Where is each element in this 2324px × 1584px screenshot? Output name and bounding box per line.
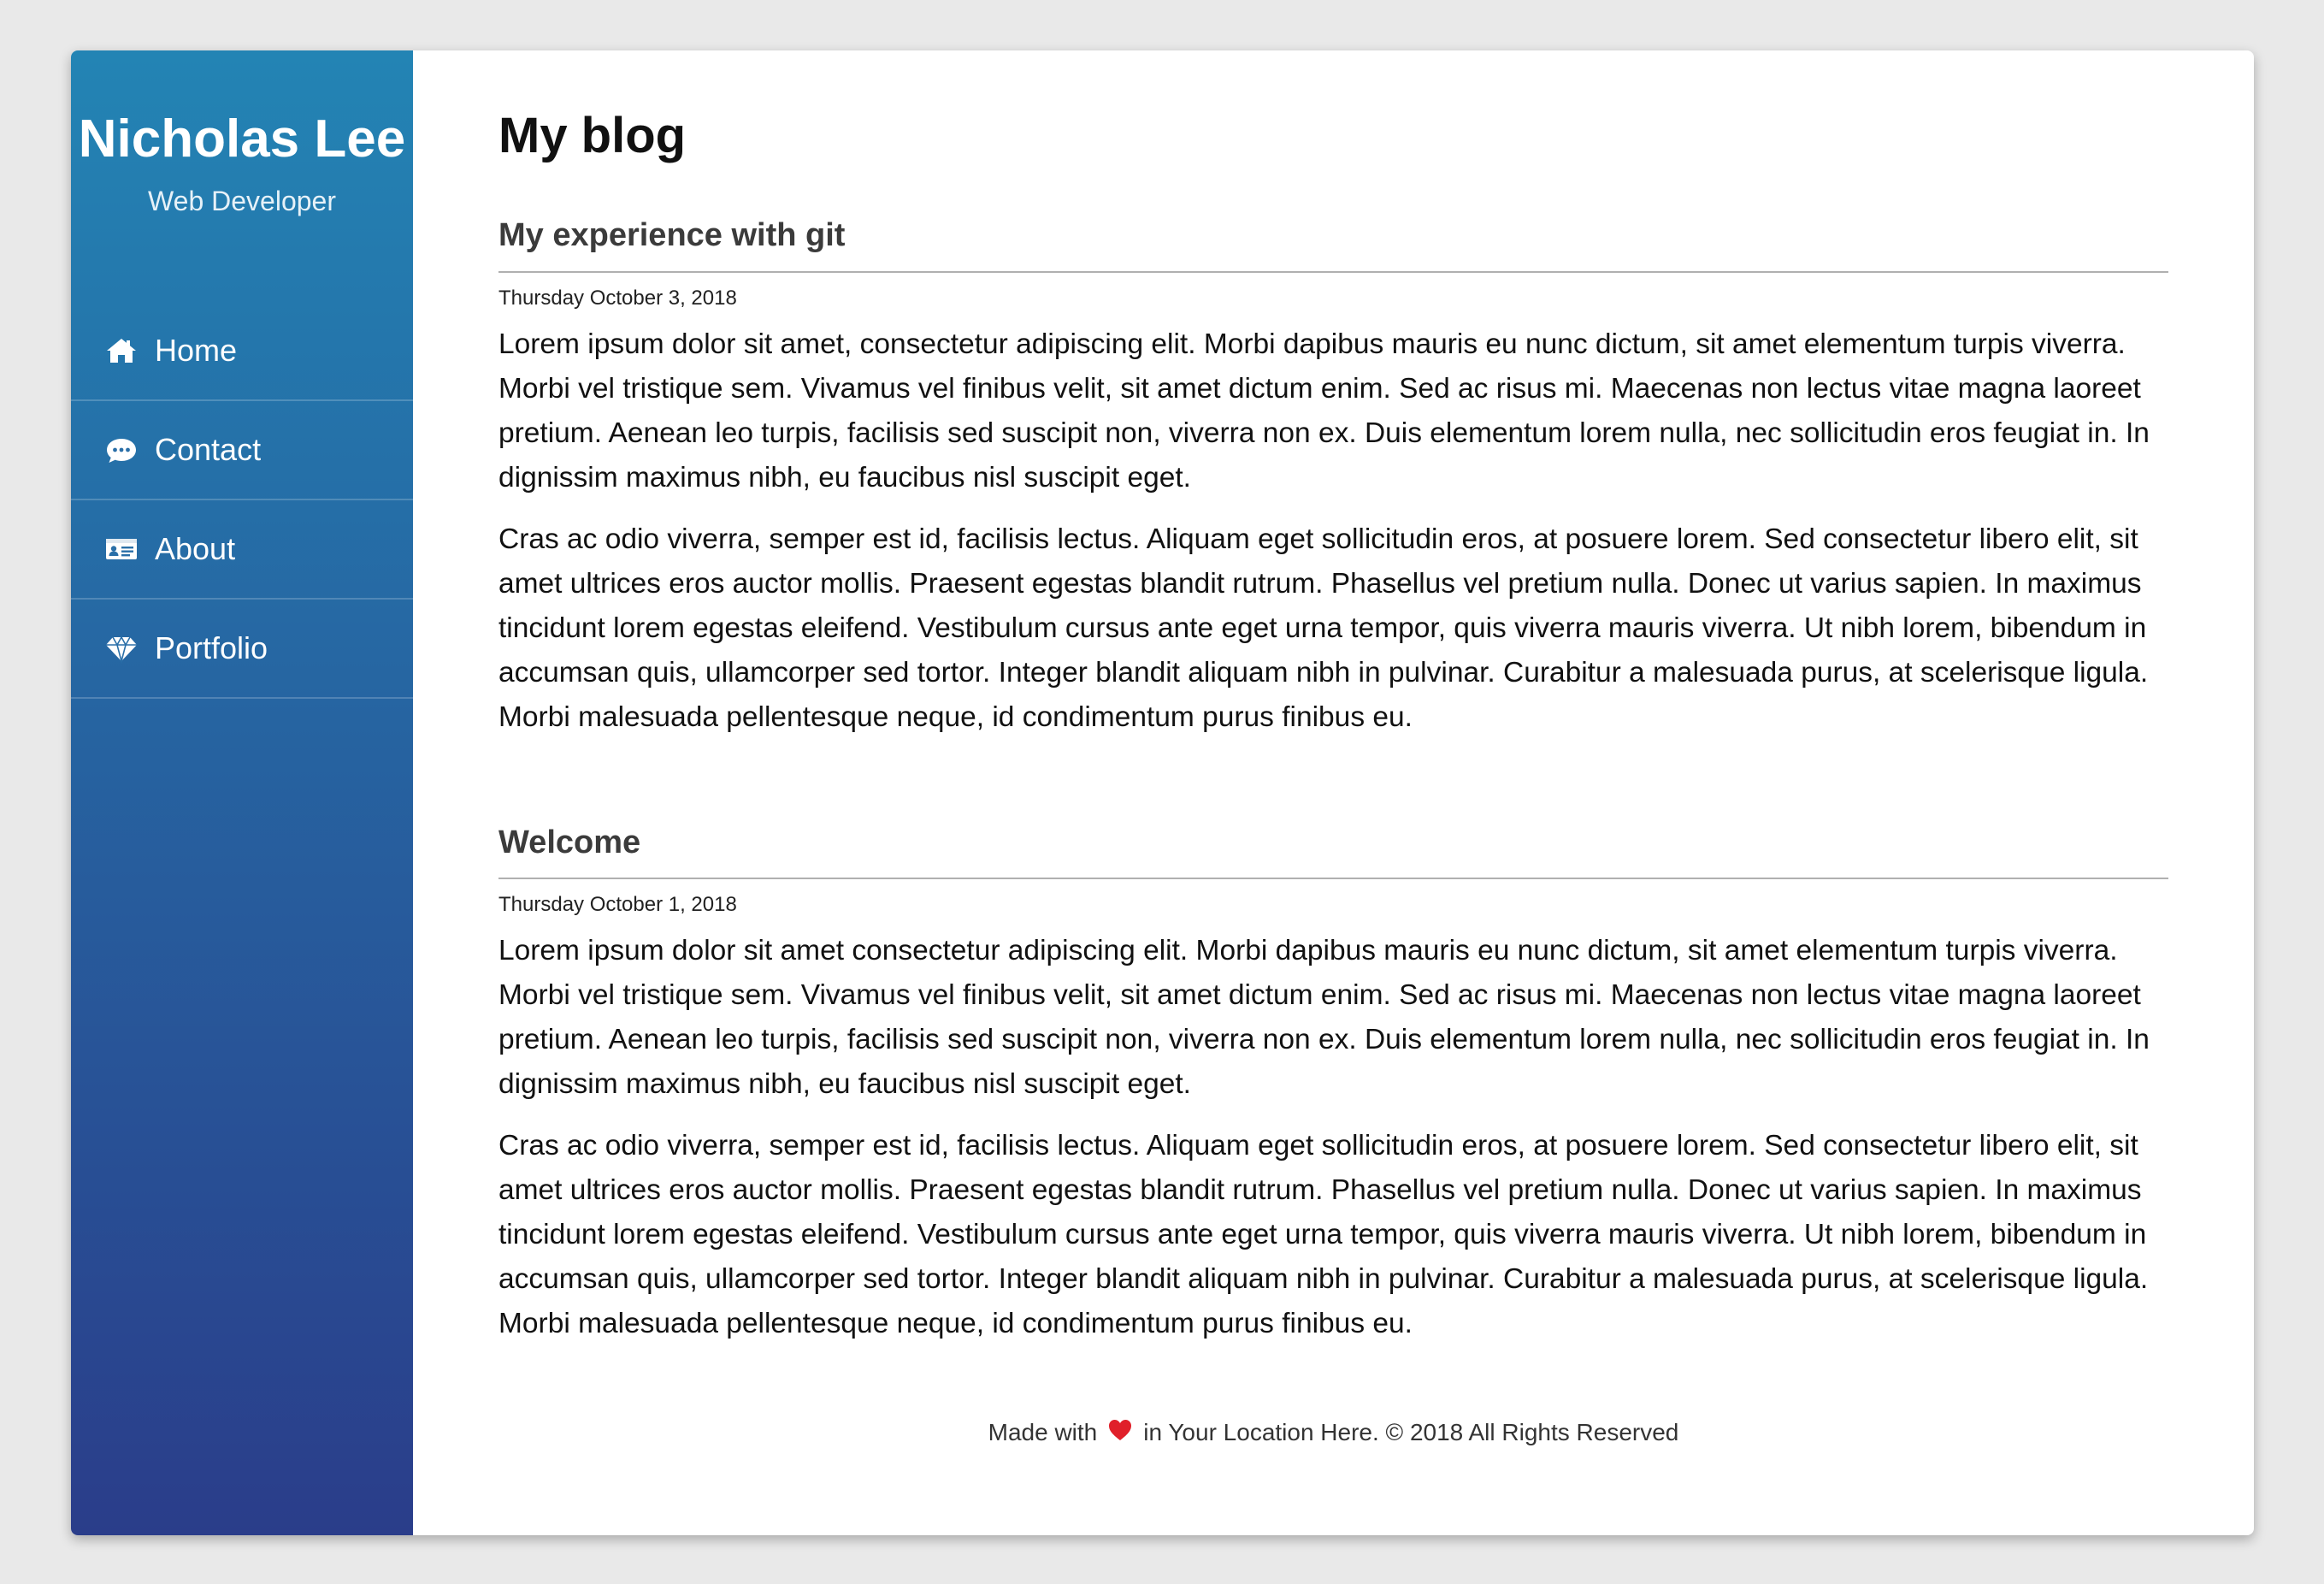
sidebar-item-label: Portfolio xyxy=(155,630,268,665)
post-title[interactable]: Welcome xyxy=(498,825,2168,880)
page-card: Nicholas Lee Web Developer Home Contact … xyxy=(71,50,2254,1535)
footer: Made with in Your Location Here. © 2018 A… xyxy=(413,1417,2254,1446)
chat-icon xyxy=(103,432,139,468)
profile-role: Web Developer xyxy=(148,186,336,216)
sidebar-item-about[interactable]: About xyxy=(71,500,413,600)
blog-post: Welcome Thursday October 1, 2018 Lorem i… xyxy=(498,825,2168,1347)
blog-post: My experience with git Thursday October … xyxy=(498,217,2168,740)
page-title: My blog xyxy=(498,108,687,163)
sidebar-item-label: About xyxy=(155,531,236,566)
main-content: My blog My experience with git Thursday … xyxy=(413,50,2254,1535)
post-paragraph: Lorem ipsum dolor sit amet, consectetur … xyxy=(498,328,2150,494)
profile-name[interactable]: Nicholas Lee xyxy=(71,113,413,166)
post-paragraph: Lorem ipsum dolor sit amet consectetur a… xyxy=(498,935,2150,1101)
sidebar-nav: Home Contact About Portfolio xyxy=(71,302,413,699)
sidebar-item-label: Home xyxy=(155,333,238,368)
post-paragraph: Cras ac odio viverra, semper est id, fac… xyxy=(498,1130,2149,1340)
post-date: Thursday October 3, 2018 xyxy=(498,286,737,310)
post-title[interactable]: My experience with git xyxy=(498,217,2168,273)
footer-prefix: Made with xyxy=(988,1419,1098,1445)
diamond-icon xyxy=(103,630,139,666)
footer-suffix: in Your Location Here. © 2018 All Rights… xyxy=(1143,1419,1679,1445)
sidebar: Nicholas Lee Web Developer Home Contact … xyxy=(71,50,413,1535)
sidebar-item-home[interactable]: Home xyxy=(71,302,413,401)
sidebar-item-portfolio[interactable]: Portfolio xyxy=(71,600,413,699)
sidebar-item-label: Contact xyxy=(155,432,262,467)
home-icon xyxy=(103,333,139,369)
id-card-icon xyxy=(103,531,139,567)
post-date: Thursday October 1, 2018 xyxy=(498,893,737,917)
post-paragraph: Cras ac odio viverra, semper est id, fac… xyxy=(498,523,2149,733)
heart-icon xyxy=(1107,1417,1133,1443)
sidebar-item-contact[interactable]: Contact xyxy=(71,401,413,500)
profile: Nicholas Lee Web Developer xyxy=(71,50,413,257)
